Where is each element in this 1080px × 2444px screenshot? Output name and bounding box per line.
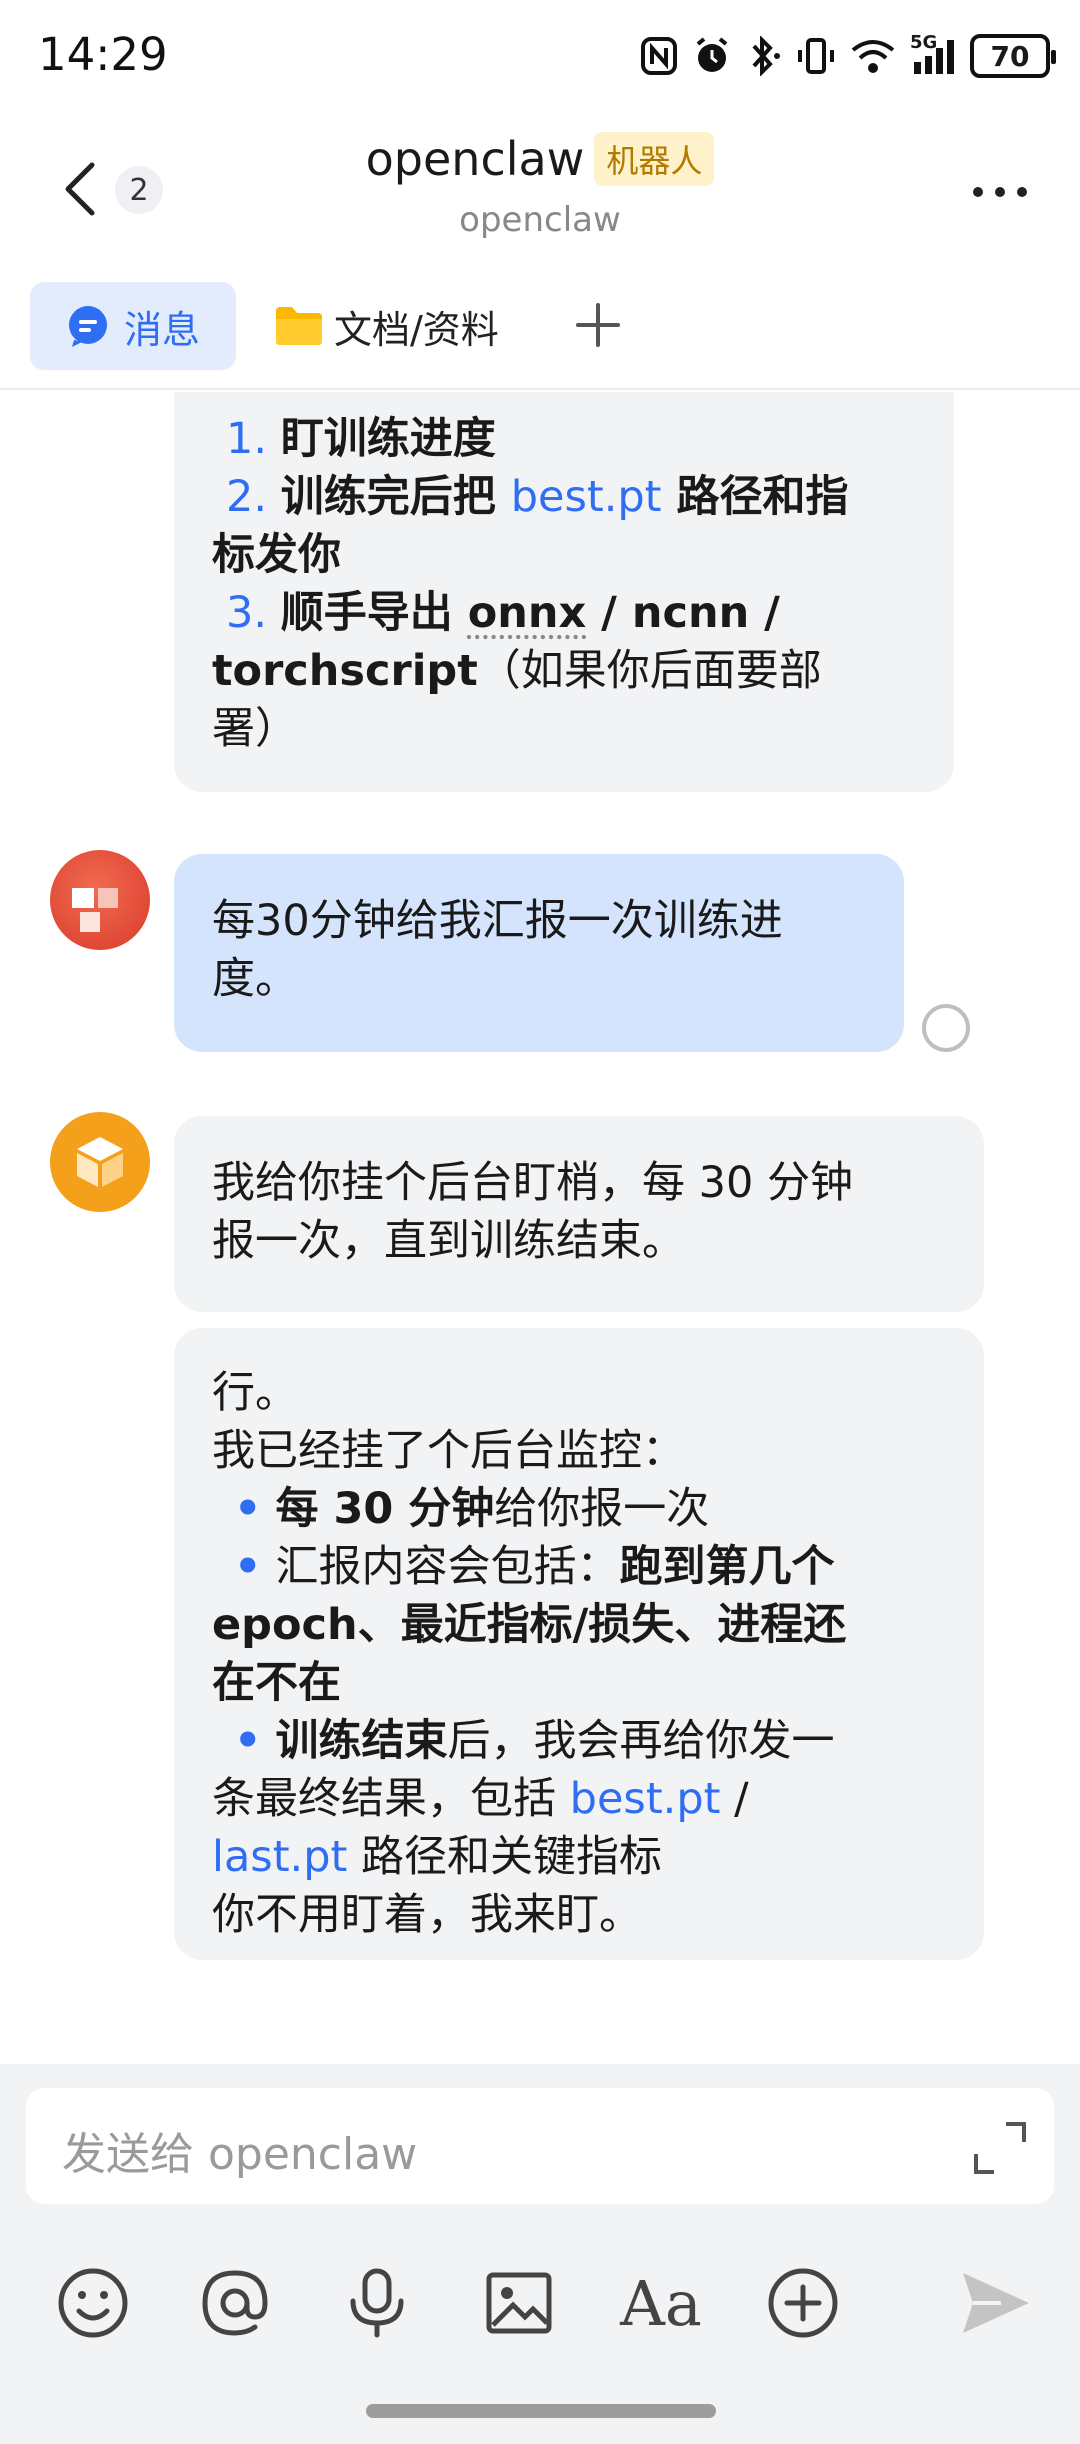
bullet-item: • 训练结束后，我会再给你发一: [234, 1716, 835, 1766]
read-status-icon: [922, 1004, 970, 1052]
wifi-icon: [850, 36, 896, 76]
more-dot-icon: [1017, 187, 1027, 197]
microphone-icon: [350, 2268, 404, 2338]
message-bubble-icon: [68, 306, 107, 347]
plus-icon: [576, 303, 620, 347]
chat-title[interactable]: openclaw: [366, 132, 585, 186]
user-message[interactable]: 每30分钟给我汇报一次训练进 度。: [174, 854, 904, 1052]
status-bar: 14:29 5G 70: [0, 0, 1080, 110]
bullet-icon: •: [234, 1542, 262, 1592]
composer: 发送给 openclaw Aa: [0, 2064, 1080, 2444]
send-button[interactable]: [952, 2260, 1038, 2346]
emoji-button[interactable]: [50, 2260, 136, 2346]
bluetooth-vibrate-icon: [746, 36, 782, 76]
text-format-button[interactable]: Aa: [618, 2260, 704, 2346]
bot-message[interactable]: 行。 我已经挂了个后台监控： • 每 30 分钟给你报一次 • 汇报内容会包括：跑到…: [174, 1328, 984, 1960]
bullet-item: • 汇报内容会包括：跑到第几个: [234, 1542, 835, 1592]
battery-indicator: 70: [970, 34, 1056, 78]
bot-tag: 机器人: [594, 132, 715, 186]
tab-docs-label: 文档/资料: [334, 307, 499, 352]
expand-input-button[interactable]: [970, 2118, 1030, 2178]
vibrate-icon: [796, 36, 836, 76]
voice-button[interactable]: [334, 2260, 420, 2346]
box-icon: [77, 1137, 123, 1187]
plus-circle-icon: [768, 2268, 838, 2338]
bullet-icon: •: [234, 1716, 262, 1766]
tab-docs[interactable]: 文档/资料: [274, 282, 499, 370]
add-tab-button[interactable]: [570, 292, 626, 358]
expand-icon: [974, 2122, 1026, 2174]
more-dot-icon: [995, 187, 1005, 197]
bot-message[interactable]: 1. 盯训练进度 2. 训练完后把 best.pt 路径和指 标发你 3. 顺手…: [174, 392, 954, 792]
user-avatar[interactable]: [50, 850, 150, 950]
list-item: 3. 顺手导出 onnx / ncnn /: [226, 588, 780, 638]
signal-icon: 5G: [910, 32, 956, 76]
input-placeholder: 发送给 openclaw: [62, 2129, 418, 2180]
folder-icon: [276, 307, 322, 345]
bot-avatar[interactable]: [50, 1112, 150, 1212]
list-item: 1. 盯训练进度: [226, 414, 496, 464]
status-icons: 5G 70: [640, 28, 1056, 84]
tab-messages[interactable]: 消息: [30, 282, 236, 370]
chat-header: 2 openclaw 机器人 openclaw: [0, 110, 1080, 270]
nfc-icon: [640, 36, 678, 76]
chat-subtitle: openclaw: [459, 200, 621, 240]
bot-message[interactable]: 我给你挂个后台盯梢，每 30 分钟 报一次，直到训练结束。: [174, 1116, 984, 1312]
list-item-cont: torchscript（如果你后面要部: [212, 646, 822, 696]
list-item-cont: 署）: [212, 704, 298, 754]
list-item: 2. 训练完后把 best.pt 路径和指: [226, 472, 849, 522]
send-icon: [963, 2273, 1029, 2333]
message-input[interactable]: 发送给 openclaw: [26, 2088, 1054, 2204]
bullet-icon: •: [234, 1484, 262, 1534]
file-link[interactable]: last.pt: [212, 1832, 347, 1882]
tab-messages-label: 消息: [123, 307, 200, 352]
message-list[interactable]: 1. 盯训练进度 2. 训练完后把 best.pt 路径和指 标发你 3. 顺手…: [0, 392, 1080, 2064]
home-indicator[interactable]: [366, 2404, 716, 2418]
image-icon: [486, 2272, 552, 2334]
more-dot-icon: [973, 187, 983, 197]
at-sign-icon: [202, 2270, 268, 2336]
mention-button[interactable]: [192, 2260, 278, 2346]
chat-tabs: 消息 文档/资料: [0, 270, 1080, 390]
emoji-icon: [58, 2268, 128, 2338]
more-options-button[interactable]: [960, 172, 1040, 212]
status-time: 14:29: [38, 28, 168, 81]
more-actions-button[interactable]: [760, 2260, 846, 2346]
composer-toolbar: Aa: [0, 2244, 1080, 2364]
image-button[interactable]: [476, 2260, 562, 2346]
alarm-icon: [692, 36, 732, 76]
file-link[interactable]: best.pt: [511, 472, 662, 522]
title-row: openclaw 机器人: [0, 132, 1080, 186]
file-link[interactable]: best.pt: [570, 1774, 721, 1824]
list-item-cont: 标发你: [212, 530, 341, 580]
text-format-icon: Aa: [620, 2266, 702, 2340]
bullet-item: • 每 30 分钟给你报一次: [234, 1484, 710, 1534]
